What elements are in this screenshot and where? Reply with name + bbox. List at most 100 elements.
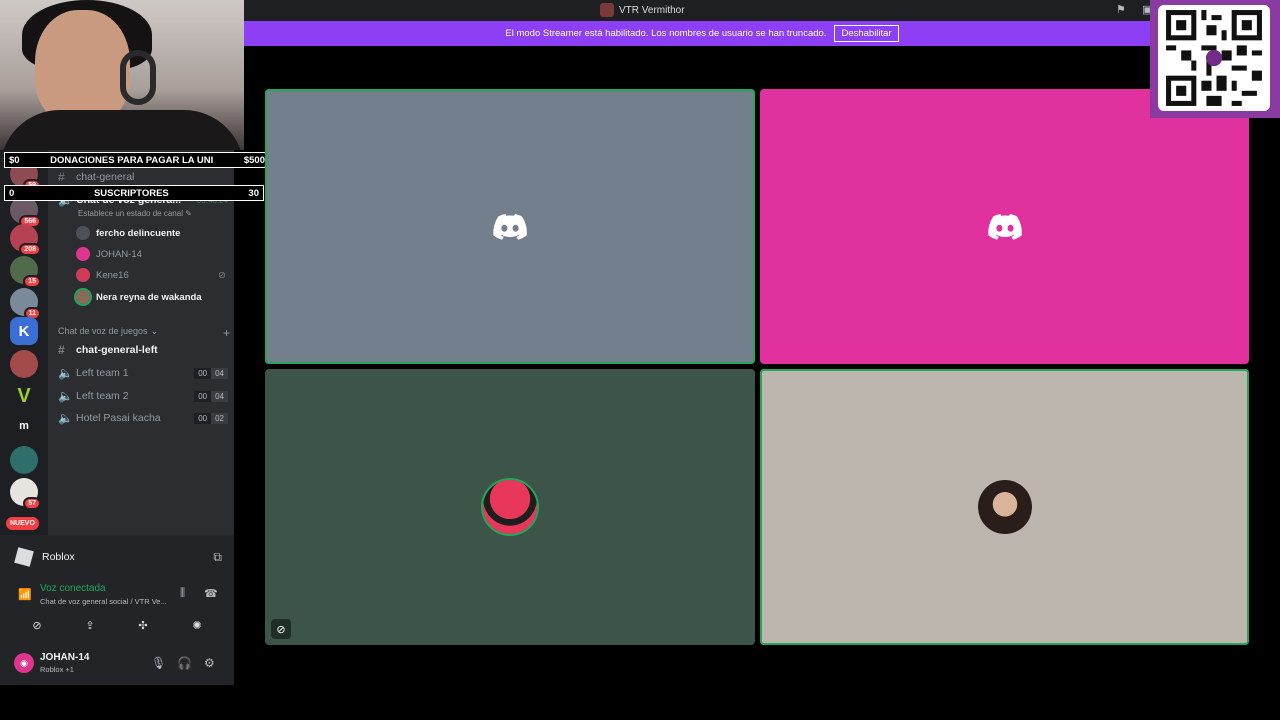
- voice-user[interactable]: Kene16 ⊘: [76, 265, 226, 285]
- soundboard-icon: ✺: [192, 619, 202, 632]
- share-screen-button[interactable]: ⇪: [68, 614, 112, 636]
- activities-icon: ✣: [138, 619, 148, 632]
- disable-streamer-mode-button[interactable]: Deshabilitar: [834, 25, 899, 42]
- server-rail: 59 566 208 15 11 K V m 57 NUEVO: [0, 150, 48, 535]
- speaker-icon: 🔈: [58, 411, 73, 425]
- roblox-icon: [14, 547, 34, 567]
- user-limit: 00 02: [194, 412, 228, 424]
- video-tile-4[interactable]: [760, 369, 1249, 645]
- donations-goal-bar: $0 DONACIONES PARA PAGAR LA UNI $500: [4, 152, 270, 168]
- activities-button[interactable]: ✣: [121, 614, 165, 636]
- activity-game: Roblox: [42, 551, 75, 563]
- server-icon-m[interactable]: m: [10, 412, 38, 440]
- flag-icon[interactable]: ⚑: [1116, 4, 1128, 16]
- gear-icon[interactable]: ⚙: [204, 656, 215, 670]
- streamer-mode-banner: El modo Streamer está habilitado. Los no…: [244, 21, 1280, 46]
- voice-user[interactable]: JOHAN-14: [76, 244, 226, 264]
- discord-logo-icon: [493, 213, 527, 240]
- disconnect-icon[interactable]: ☎: [204, 587, 218, 600]
- channel-name: chat-general-left: [76, 344, 158, 356]
- speaker-icon: 🔈: [58, 366, 73, 380]
- user-limit: 00 04: [194, 390, 228, 402]
- subscribers-goal-bar: 0 SUSCRIPTORES 30: [4, 185, 264, 201]
- voice-user[interactable]: Nera reyna de wakanda: [74, 287, 226, 307]
- donations-current: $0: [9, 154, 20, 166]
- muted-mic-icon: ⊘: [271, 619, 291, 639]
- signal-icon[interactable]: 📶: [18, 588, 32, 601]
- voice-channel-left-team-2[interactable]: 🔈 Left team 2 00 04: [58, 386, 228, 406]
- video-tile-3[interactable]: ⊘: [265, 369, 755, 645]
- mention-badge: 57: [23, 497, 41, 510]
- streamer-mode-text: El modo Streamer está habilitado. Los no…: [505, 28, 827, 39]
- server-icon-k[interactable]: K: [10, 317, 38, 345]
- voice-channel-hotel[interactable]: 🔈 Hotel Pasai kacha 00 02: [58, 408, 228, 428]
- user-avatar: [76, 247, 90, 261]
- channel-name: Left team 1: [76, 367, 129, 379]
- user-name: Nera reyna de wakanda: [96, 291, 202, 303]
- user-avatar: [74, 288, 92, 306]
- video-tile-2[interactable]: [760, 89, 1249, 364]
- user-name: JOHAN-14: [96, 248, 142, 260]
- noise-suppression-icon[interactable]: ⫼: [180, 587, 185, 600]
- headphones-icon[interactable]: 🎧: [177, 656, 192, 670]
- category-voice-games[interactable]: Chat de voz de juegos ⌄ +: [58, 326, 230, 340]
- server-icon: [600, 3, 614, 17]
- server-icon-7[interactable]: [10, 446, 38, 474]
- chevron-down-icon: ⌄: [150, 326, 159, 336]
- channel-name: Hotel Pasai kacha: [76, 412, 161, 424]
- voice-location[interactable]: Chat de voz general social / VTR Ve...: [40, 597, 180, 606]
- user-avatar: [76, 268, 90, 282]
- video-tile-1[interactable]: [265, 89, 755, 364]
- voice-connection-panel: 📶 Voz conectada Chat de voz general soci…: [8, 578, 230, 610]
- activity-panel: Roblox ⧉: [8, 543, 230, 571]
- subs-current: 0: [9, 187, 15, 199]
- user-limit: 00 04: [194, 367, 228, 379]
- user-avatar: [977, 480, 1032, 534]
- mention-badge: 15: [23, 275, 41, 288]
- user-avatar[interactable]: ◉: [14, 653, 34, 673]
- user-avatar: [481, 478, 539, 536]
- voice-user[interactable]: fercho delincuente: [76, 223, 226, 243]
- server-icon-3[interactable]: 208: [10, 224, 41, 256]
- soundboard-button[interactable]: ✺: [175, 614, 219, 636]
- channel-list: # chat-general 🔊 Chat de voz genera... 0…: [48, 150, 234, 535]
- user-panel: ◉ JOHAN-14 Roblox +1 🎙 🎧 ⚙: [0, 645, 234, 685]
- screen-share-icon: ⇪: [85, 619, 95, 632]
- text-channel-icon: #: [58, 170, 65, 184]
- webcam-overlay: [0, 0, 244, 150]
- muted-mic-icon: ⊘: [218, 269, 226, 281]
- camera-off-button[interactable]: ⊘: [15, 614, 59, 636]
- pencil-icon: ✎: [185, 209, 192, 218]
- channel-status-hint[interactable]: Establece un estado de canal ✎: [78, 209, 192, 218]
- server-icon-8[interactable]: 57: [10, 478, 41, 510]
- user-name[interactable]: JOHAN-14: [40, 652, 89, 663]
- subs-goal: 30: [248, 187, 259, 199]
- discord-logo-icon: [987, 213, 1022, 240]
- server-icon-5[interactable]: 11: [10, 288, 41, 320]
- channel-name: Left team 2: [76, 390, 129, 402]
- server-icon-v[interactable]: V: [10, 382, 38, 410]
- camera-off-icon: ⊘: [32, 619, 42, 632]
- speaker-icon: 🔈: [58, 389, 73, 403]
- new-badge[interactable]: NUEVO: [6, 517, 39, 530]
- voice-channel-left-team-1[interactable]: 🔈 Left team 1 00 04: [58, 363, 228, 383]
- window-title-text: VTR Vermithor: [619, 4, 685, 16]
- screen-share-icon[interactable]: ⧉: [213, 550, 222, 565]
- donations-label: DONACIONES PARA PAGAR LA UNI: [50, 154, 214, 166]
- user-name: Kene16: [96, 269, 129, 281]
- user-activity: Roblox +1: [40, 665, 74, 674]
- channel-name: chat-general: [76, 171, 135, 183]
- user-avatar: [76, 226, 90, 240]
- server-icon-6[interactable]: [10, 350, 38, 378]
- qr-code-overlay: [1150, 0, 1280, 118]
- window-title: VTR Vermithor: [600, 3, 685, 17]
- microphone-icon[interactable]: 🎙: [151, 656, 166, 670]
- server-icon-4[interactable]: 15: [10, 256, 41, 288]
- window-titlebar: VTR Vermithor ⚑ ▣: [244, 0, 1280, 21]
- channel-chat-general[interactable]: # chat-general: [58, 167, 228, 187]
- voice-status[interactable]: Voz conectada: [40, 583, 106, 594]
- add-channel-icon[interactable]: +: [223, 326, 230, 340]
- qr-code: [1158, 5, 1270, 111]
- channel-chat-general-left[interactable]: # chat-general-left: [58, 340, 228, 360]
- category-name: Chat de voz de juegos: [58, 326, 148, 336]
